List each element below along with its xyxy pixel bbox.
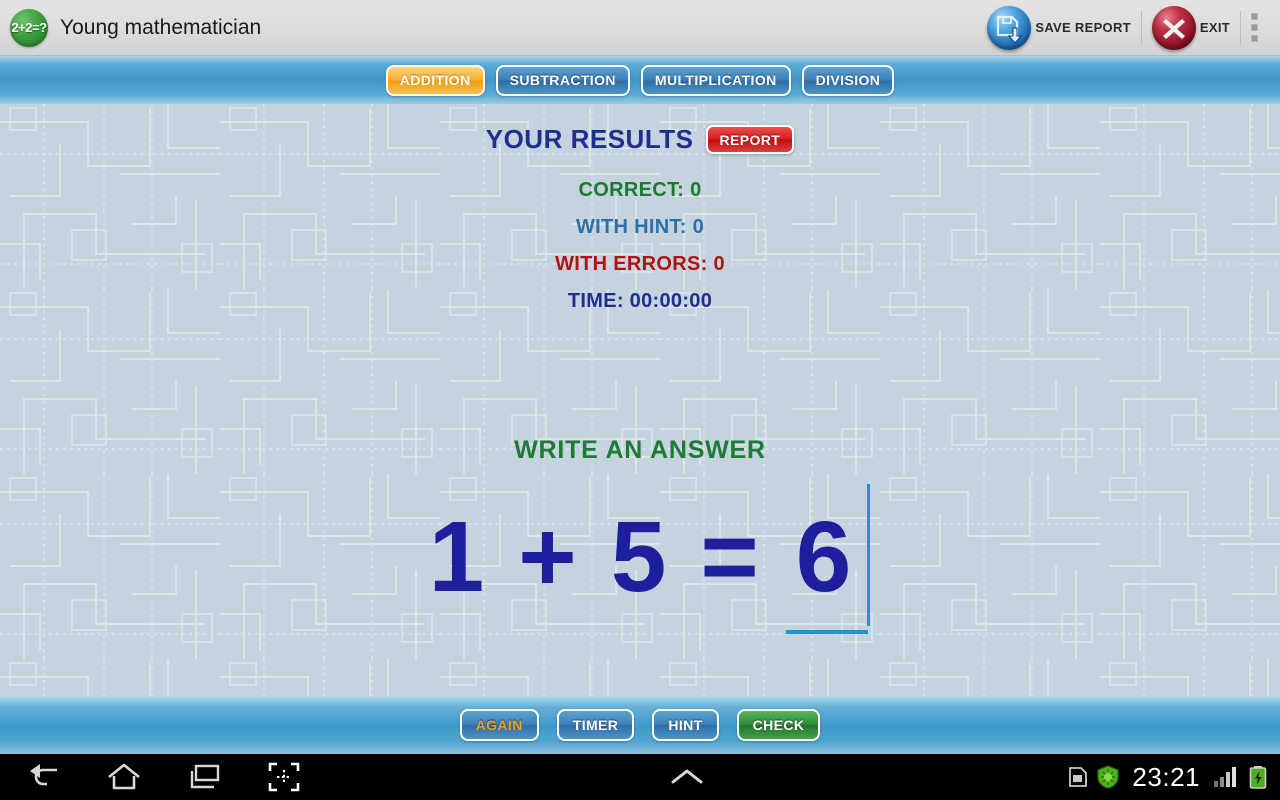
- nav-buttons: [0, 757, 306, 797]
- stat-time: TIME: 00:00:00: [567, 290, 713, 312]
- status-icons: 23:21: [1068, 762, 1280, 793]
- equation-operator: +: [518, 501, 577, 613]
- overflow-dot: [1251, 24, 1258, 31]
- answer-underline: [785, 630, 869, 634]
- title-bar: 2+2=? Young mathematician SAVE REPORT EX…: [0, 0, 1280, 56]
- operation-tab-bar: ADDITION SUBTRACTION MULTIPLICATION DIVI…: [0, 56, 1280, 104]
- close-x-circle-icon: [1151, 5, 1196, 50]
- back-arrow-icon[interactable]: [22, 757, 66, 797]
- exit-button[interactable]: EXIT: [1142, 0, 1240, 56]
- tab-subtraction[interactable]: SUBTRACTION: [495, 64, 630, 96]
- stat-with-hint: WITH HINT: 0: [575, 216, 705, 238]
- write-answer-prompt: WRITE AN ANSWER: [514, 436, 766, 464]
- shrink-screen-icon[interactable]: [262, 757, 306, 797]
- answer-input[interactable]: 6: [776, 484, 871, 634]
- home-icon[interactable]: [102, 757, 146, 797]
- action-bar: AGAIN TIMER HINT CHECK: [0, 696, 1280, 754]
- exit-label: EXIT: [1199, 20, 1230, 35]
- equation-right-operand: 5: [610, 501, 667, 613]
- save-icon: [987, 5, 1032, 50]
- android-navigation-bar: 23:21: [0, 754, 1280, 800]
- app-root: 2+2=? Young mathematician SAVE REPORT EX…: [0, 0, 1280, 800]
- save-report-button[interactable]: SAVE REPORT: [977, 0, 1141, 56]
- overflow-menu-icon[interactable]: [1241, 13, 1272, 42]
- save-report-label: SAVE REPORT: [1035, 20, 1131, 35]
- again-button[interactable]: AGAIN: [459, 709, 539, 741]
- status-clock: 23:21: [1132, 761, 1200, 792]
- equation-left-operand: 1: [428, 501, 485, 613]
- equation-row: 1 + 5 = 6: [0, 484, 1280, 634]
- results-stats: CORRECT: 0 WITH HINT: 0 WITH ERRORS: 0 T…: [0, 172, 1280, 320]
- sim-card-icon: [1069, 767, 1088, 787]
- overflow-dot: [1251, 35, 1258, 42]
- signal-bars-icon: [1214, 767, 1236, 787]
- hint-button[interactable]: HINT: [652, 709, 719, 741]
- overflow-dot: [1251, 13, 1258, 20]
- app-logo-text: 2+2=?: [11, 20, 47, 35]
- stat-with-errors: WITH ERRORS: 0: [555, 253, 725, 275]
- answer-value: 6: [795, 501, 852, 613]
- tab-addition[interactable]: ADDITION: [385, 64, 485, 96]
- check-button[interactable]: CHECK: [736, 709, 821, 741]
- antivirus-shield-icon: [1097, 765, 1120, 789]
- equation-equals-sign: =: [700, 501, 759, 613]
- app-logo-icon: 2+2=?: [10, 8, 48, 47]
- main-content: YOUR RESULTS REPORT CORRECT: 0 WITH HINT…: [0, 104, 1280, 696]
- tab-division[interactable]: DIVISION: [801, 64, 895, 96]
- timer-button[interactable]: TIMER: [556, 709, 635, 741]
- stat-correct: CORRECT: 0: [578, 179, 702, 201]
- chevron-up-icon: [671, 769, 703, 784]
- text-cursor: [867, 484, 871, 626]
- tab-multiplication[interactable]: MULTIPLICATION: [640, 64, 791, 96]
- results-title: YOUR RESULTS: [485, 124, 694, 154]
- results-header: YOUR RESULTS REPORT: [0, 124, 1280, 155]
- page-title: Young mathematician: [60, 15, 262, 39]
- report-button[interactable]: REPORT: [705, 125, 795, 154]
- battery-charging-icon: [1249, 766, 1267, 789]
- expand-status-area[interactable]: [306, 766, 1068, 788]
- recent-apps-icon[interactable]: [182, 757, 226, 797]
